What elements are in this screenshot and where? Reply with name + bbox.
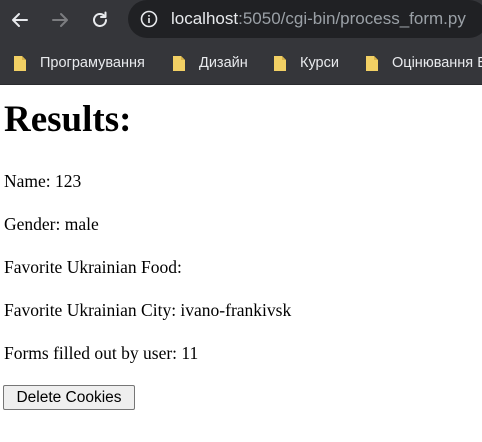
site-info-icon[interactable]: [140, 10, 158, 28]
address-bar[interactable]: localhost:5050/cgi-bin/process_form.py: [128, 0, 482, 38]
folder-icon: [14, 56, 26, 71]
bookmark-label: Оцінювання Б: [392, 55, 482, 71]
form-count-result: Forms filled out by user: 11: [4, 343, 199, 363]
folder-icon: [274, 56, 286, 71]
bookmark-folder[interactable]: Курси: [273, 52, 339, 74]
bookmark-folder[interactable]: Програмування: [13, 52, 145, 74]
reload-button[interactable]: [86, 6, 114, 34]
city-result: Favorite Ukrainian City: ivano-frankivsk: [4, 300, 292, 320]
bookmark-folder[interactable]: Дизайн: [172, 52, 248, 74]
folder-icon: [366, 56, 378, 71]
bookmark-folder[interactable]: Оцінювання Б: [365, 52, 482, 74]
forward-arrow-icon: [52, 13, 68, 27]
name-result: Name: 123: [4, 171, 82, 191]
bookmarks-bar: Програмування Дизайн Курси Оцінювання Б: [0, 40, 482, 85]
url-text[interactable]: localhost:5050/cgi-bin/process_form.py: [171, 8, 466, 30]
page-heading: Results:: [4, 99, 132, 140]
folder-icon: [173, 56, 185, 71]
page-content: Results: Name: 123 Gender: male Favorite…: [0, 85, 482, 442]
browser-toolbar: localhost:5050/cgi-bin/process_form.py: [0, 0, 482, 40]
bookmark-label: Програмування: [40, 55, 145, 71]
forward-button[interactable]: [46, 6, 74, 34]
back-arrow-icon: [12, 13, 28, 27]
url-path: :5050/cgi-bin/process_form.py: [238, 9, 466, 28]
bookmark-label: Дизайн: [199, 55, 248, 71]
food-result: Favorite Ukrainian Food:: [4, 257, 182, 277]
bookmark-label: Курси: [300, 55, 339, 71]
url-host: localhost: [171, 9, 239, 28]
delete-cookies-button[interactable]: Delete Cookies: [3, 385, 135, 410]
reload-icon: [93, 11, 107, 27]
back-button[interactable]: [6, 6, 34, 34]
gender-result: Gender: male: [4, 214, 99, 234]
